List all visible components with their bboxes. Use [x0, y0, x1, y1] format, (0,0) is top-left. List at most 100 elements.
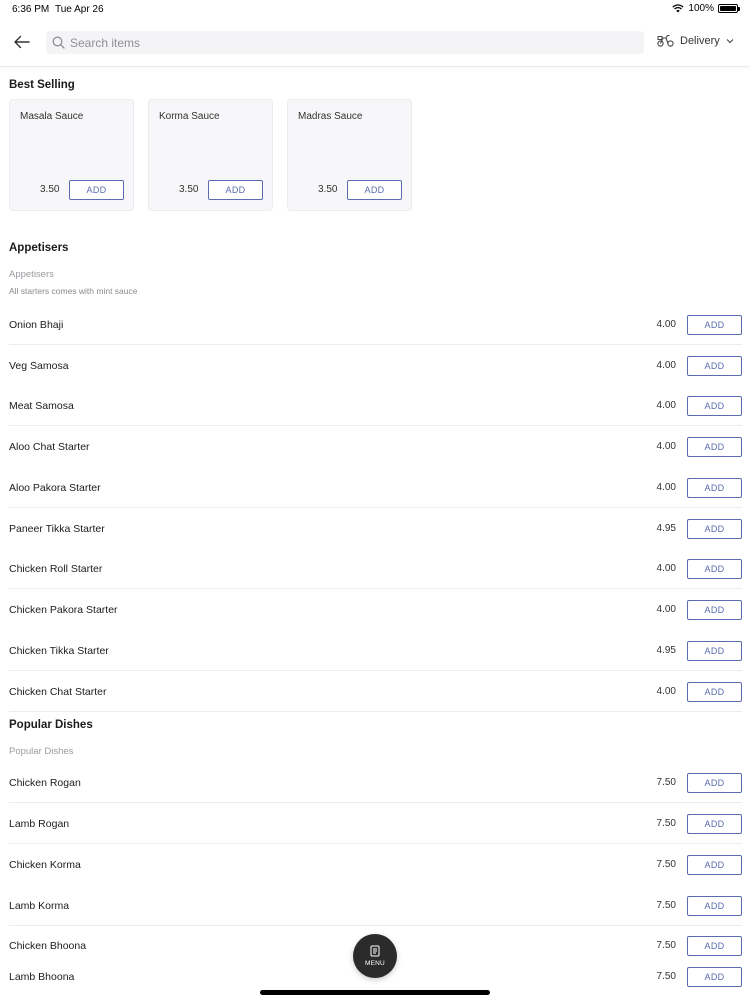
menu-item-row[interactable]: Chicken Roll Starter 4.00 ADD: [9, 549, 742, 589]
menu-item-name: Aloo Pakora Starter: [9, 482, 101, 494]
card-item-price: 3.50: [318, 184, 338, 195]
menu-item-name: Meat Samosa: [9, 400, 74, 412]
menu-item-price: 7.50: [656, 859, 676, 870]
card-item-price: 3.50: [40, 184, 60, 195]
menu-item-price: 7.50: [656, 818, 676, 829]
menu-item-row[interactable]: Chicken Chat Starter 4.00 ADD: [9, 672, 742, 712]
menu-item-row[interactable]: Lamb Rogan 7.50 ADD: [9, 804, 742, 844]
menu-item-name: Lamb Korma: [9, 900, 70, 912]
menu-item-row[interactable]: Paneer Tikka Starter 4.95 ADD: [9, 509, 742, 549]
add-button[interactable]: ADD: [347, 180, 402, 200]
menu-item-price: 4.95: [656, 523, 676, 534]
add-button[interactable]: ADD: [687, 896, 742, 916]
menu-button-label: MENU: [365, 960, 385, 967]
delivery-label: Delivery: [680, 34, 720, 47]
menu-item-name: Aloo Chat Starter: [9, 441, 90, 453]
add-button[interactable]: ADD: [69, 180, 124, 200]
status-bar: 6:36 PM Tue Apr 26 100%: [0, 0, 750, 20]
menu-item-price: 4.00: [656, 686, 676, 697]
best-selling-card[interactable]: Madras Sauce 3.50 ADD: [287, 99, 412, 211]
menu-item-price: 4.00: [656, 319, 676, 330]
scooter-icon: [657, 34, 674, 47]
menu-item-price: 7.50: [656, 971, 676, 982]
chevron-down-icon: [726, 38, 734, 43]
menu-item-price: 7.50: [656, 900, 676, 911]
menu-item-row[interactable]: Chicken Rogan 7.50 ADD: [9, 763, 742, 803]
status-right: 100%: [672, 3, 740, 14]
battery-percent: 100%: [688, 3, 714, 14]
add-button[interactable]: ADD: [687, 600, 742, 620]
menu-item-row[interactable]: Lamb Korma 7.50 ADD: [9, 886, 742, 926]
best-selling-card[interactable]: Korma Sauce 3.50 ADD: [148, 99, 273, 211]
search-icon: [52, 36, 65, 49]
add-button[interactable]: ADD: [687, 478, 742, 498]
add-button[interactable]: ADD: [687, 936, 742, 956]
add-button[interactable]: ADD: [687, 437, 742, 457]
add-button[interactable]: ADD: [687, 773, 742, 793]
card-item-price: 3.50: [179, 184, 199, 195]
menu-item-price: 4.00: [656, 441, 676, 452]
best-selling-title: Best Selling: [9, 79, 75, 91]
menu-item-price: 4.00: [656, 360, 676, 371]
add-button[interactable]: ADD: [687, 814, 742, 834]
menu-item-name: Chicken Roll Starter: [9, 563, 103, 575]
menu-item-row[interactable]: Meat Samosa 4.00 ADD: [9, 386, 742, 426]
menu-item-row[interactable]: Aloo Chat Starter 4.00 ADD: [9, 427, 742, 467]
appetisers-subheading: Appetisers: [9, 269, 54, 280]
top-bar: Delivery: [0, 20, 750, 67]
menu-item-name: Chicken Tikka Starter: [9, 645, 109, 657]
menu-item-price: 4.95: [656, 645, 676, 656]
status-date: Tue Apr 26: [55, 4, 104, 15]
home-indicator: [260, 990, 490, 995]
add-button[interactable]: ADD: [687, 519, 742, 539]
menu-item-name: Paneer Tikka Starter: [9, 523, 105, 535]
menu-item-name: Chicken Chat Starter: [9, 686, 107, 698]
menu-item-price: 7.50: [656, 777, 676, 788]
menu-item-row[interactable]: Veg Samosa 4.00 ADD: [9, 346, 742, 386]
menu-item-row[interactable]: Chicken Korma 7.50 ADD: [9, 845, 742, 885]
menu-item-row[interactable]: Chicken Pakora Starter 4.00 ADD: [9, 590, 742, 630]
delivery-selector[interactable]: Delivery: [657, 34, 734, 47]
add-button[interactable]: ADD: [687, 967, 742, 987]
menu-item-name: Chicken Pakora Starter: [9, 604, 118, 616]
best-selling-card[interactable]: Masala Sauce 3.50 ADD: [9, 99, 134, 211]
add-button[interactable]: ADD: [687, 559, 742, 579]
wifi-icon: [672, 4, 685, 13]
add-button[interactable]: ADD: [208, 180, 263, 200]
add-button[interactable]: ADD: [687, 855, 742, 875]
menu-item-name: Veg Samosa: [9, 360, 69, 372]
menu-item-name: Onion Bhaji: [9, 319, 64, 331]
search-bar[interactable]: [46, 31, 644, 54]
menu-item-price: 4.00: [656, 604, 676, 615]
menu-book-icon: [370, 945, 380, 957]
card-item-name: Masala Sauce: [20, 111, 84, 122]
menu-item-name: Lamb Rogan: [9, 818, 70, 830]
add-button[interactable]: ADD: [687, 396, 742, 416]
menu-button[interactable]: MENU: [353, 934, 397, 978]
add-button[interactable]: ADD: [687, 315, 742, 335]
menu-item-name: Chicken Bhoona: [9, 940, 87, 952]
menu-item-name: Chicken Rogan: [9, 777, 81, 789]
menu-item-price: 4.00: [656, 482, 676, 493]
battery-icon: [718, 4, 740, 13]
menu-item-row[interactable]: Onion Bhaji 4.00 ADD: [9, 305, 742, 345]
popular-dishes-title: Popular Dishes: [9, 719, 93, 731]
back-arrow-icon: [14, 35, 30, 49]
menu-item-name: Chicken Korma: [9, 859, 81, 871]
appetisers-note: All starters comes with mint sauce: [9, 286, 138, 296]
add-button[interactable]: ADD: [687, 641, 742, 661]
menu-item-name: Lamb Bhoona: [9, 971, 75, 983]
back-button[interactable]: [12, 32, 32, 52]
menu-item-price: 4.00: [656, 400, 676, 411]
search-input[interactable]: [70, 35, 630, 50]
menu-item-price: 4.00: [656, 563, 676, 574]
status-time: 6:36 PM: [12, 4, 50, 15]
menu-item-row[interactable]: Chicken Tikka Starter 4.95 ADD: [9, 631, 742, 671]
menu-item-price: 7.50: [656, 940, 676, 951]
add-button[interactable]: ADD: [687, 682, 742, 702]
menu-item-row[interactable]: Aloo Pakora Starter 4.00 ADD: [9, 468, 742, 508]
add-button[interactable]: ADD: [687, 356, 742, 376]
appetisers-title: Appetisers: [9, 242, 69, 254]
popular-dishes-subheading: Popular Dishes: [9, 746, 74, 757]
card-item-name: Korma Sauce: [159, 111, 220, 122]
